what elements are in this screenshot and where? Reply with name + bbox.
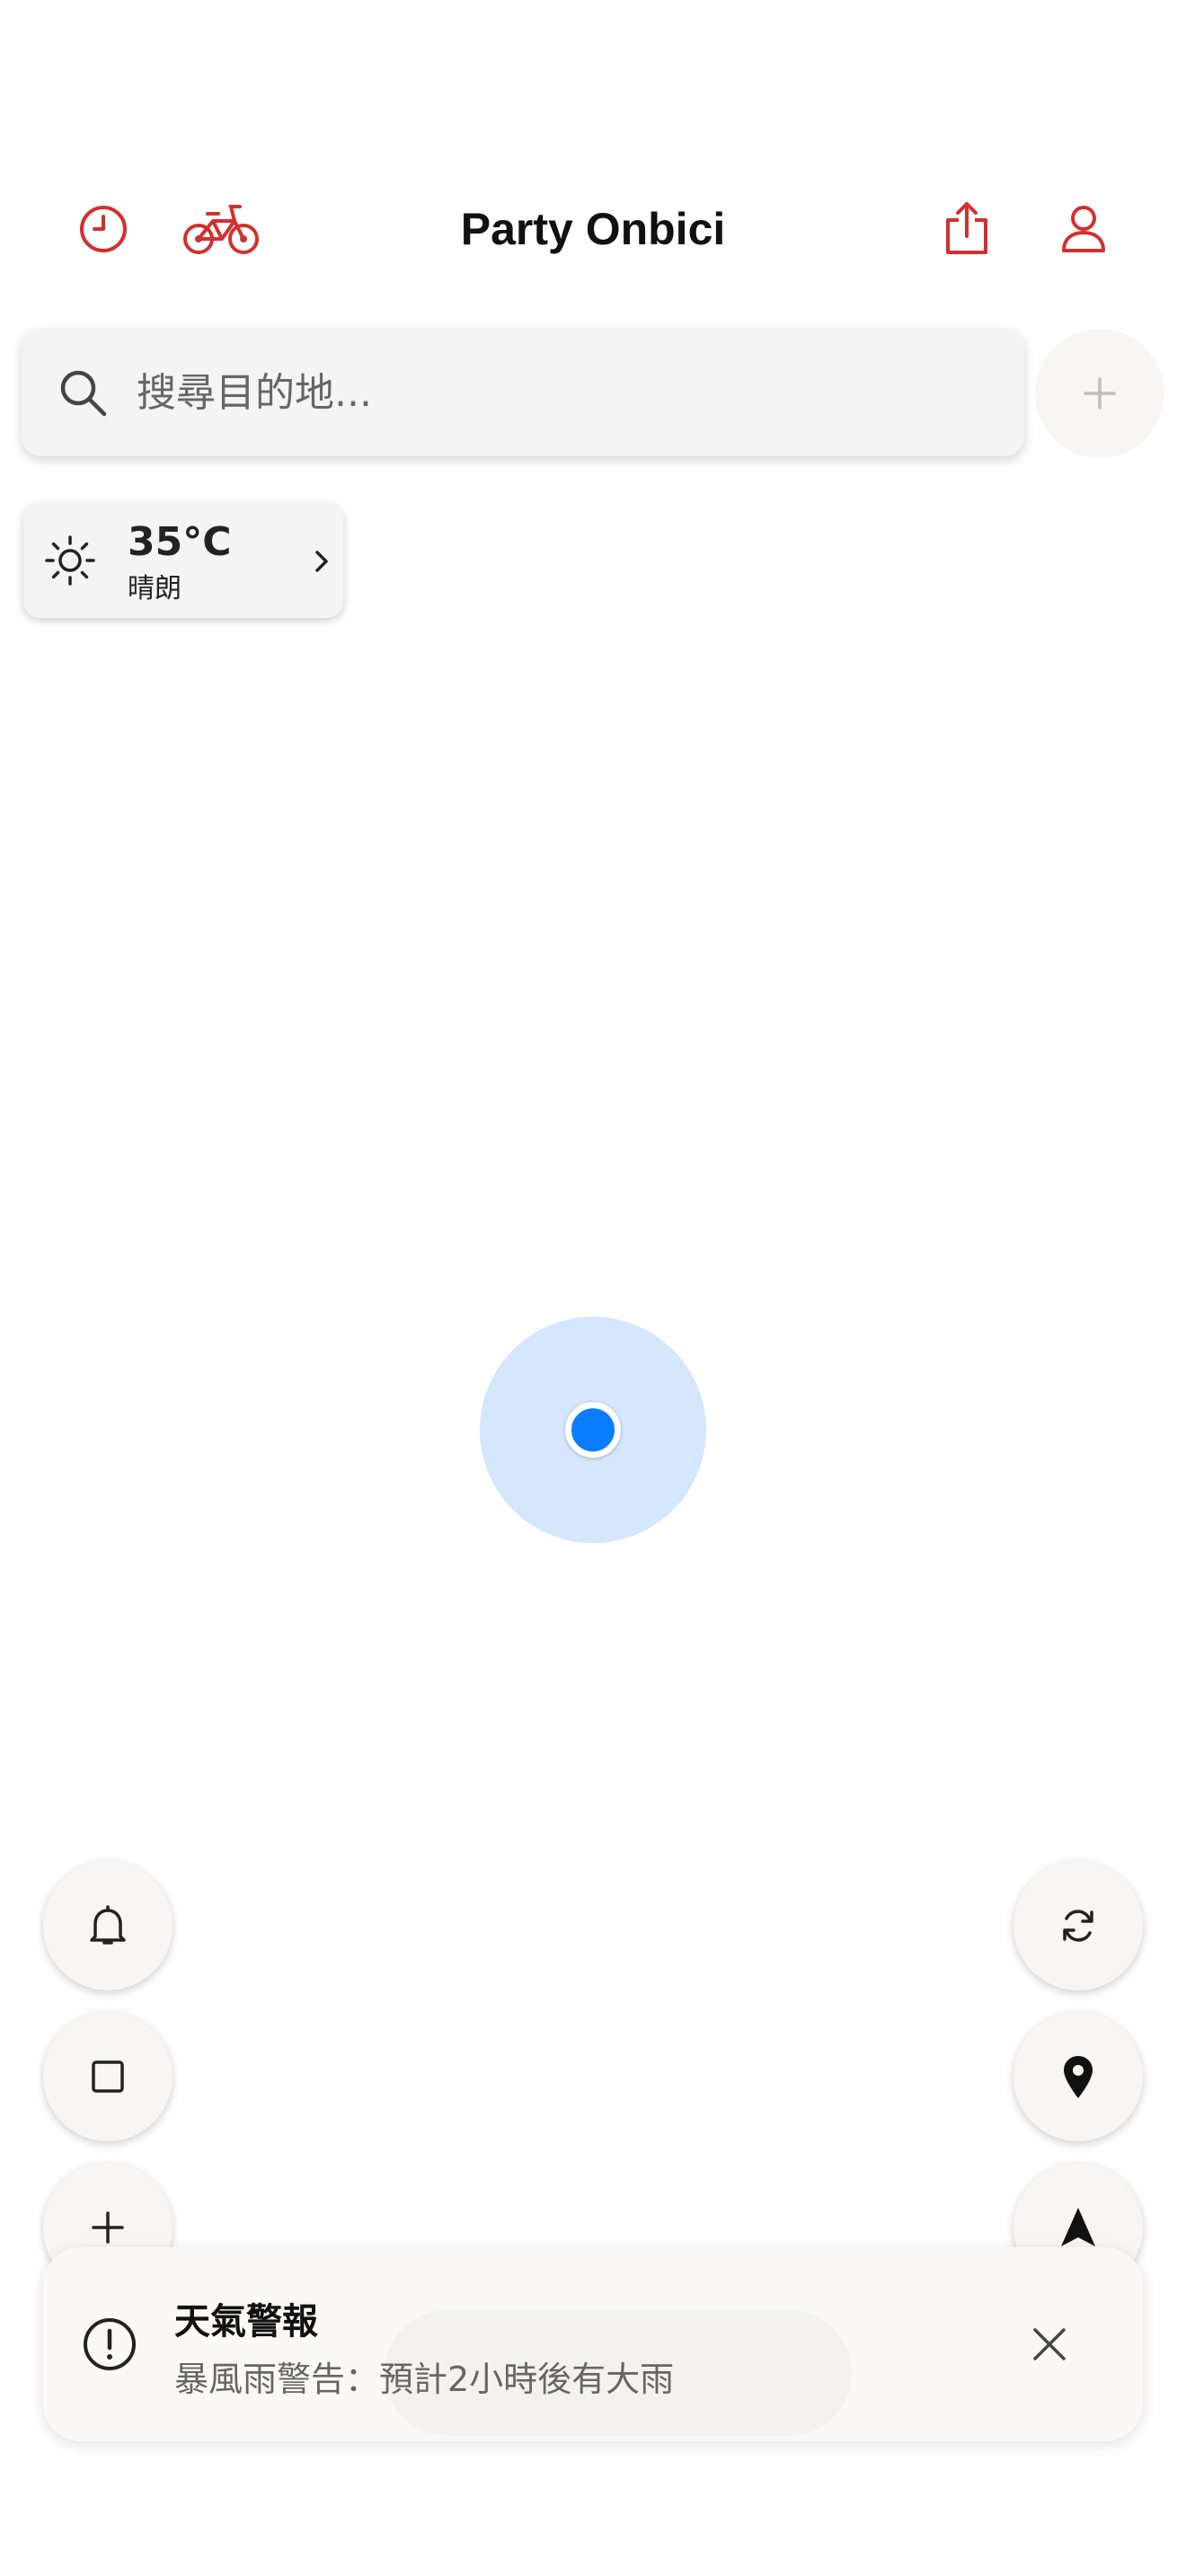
weather-temperature: 35°C — [128, 519, 232, 565]
refresh-button[interactable] — [1013, 1861, 1143, 1990]
alert-message: 暴風雨警告：預計2小時後有大雨 — [174, 2360, 675, 2399]
bike-button[interactable] — [180, 180, 262, 278]
alert-title: 天氣警報 — [174, 2301, 318, 2342]
sun-icon — [45, 535, 95, 586]
share-icon — [946, 202, 987, 254]
search-input[interactable] — [135, 368, 947, 417]
alert-close-button[interactable] — [1017, 2312, 1082, 2377]
top-bar: Party Onbici — [0, 180, 1186, 278]
bell-icon — [90, 1905, 126, 1945]
app-title: Party Onbici — [460, 204, 726, 254]
plus-icon — [92, 2211, 124, 2244]
weather-alert-banner[interactable]: 天氣警報 暴風雨警告：預計2小時後有大雨 — [43, 2247, 1143, 2441]
app-screen: Party Onbici 搜尋目的地... 35°C 晴朗 天氣警報 暴風雨警告… — [0, 0, 1186, 2576]
close-icon — [1033, 2328, 1066, 2360]
weather-widget[interactable]: 35°C 晴朗 — [23, 503, 343, 618]
notifications-button[interactable] — [43, 1861, 173, 1990]
profile-button[interactable] — [1058, 180, 1109, 278]
add-button[interactable] — [1035, 329, 1164, 458]
pin-icon — [1064, 2056, 1093, 2098]
exclamation-circle-icon — [84, 2318, 136, 2370]
layers-button[interactable] — [43, 2012, 173, 2141]
bicycle-icon — [183, 205, 259, 254]
search-bar[interactable] — [22, 329, 1024, 456]
weather-condition: 晴朗 — [128, 573, 181, 604]
chevron-right-icon — [315, 551, 328, 572]
navigation-arrow-icon — [1061, 2208, 1095, 2246]
search-icon — [60, 370, 107, 417]
square-icon — [92, 2060, 124, 2093]
pin-button[interactable] — [1013, 2012, 1143, 2141]
profile-icon — [1062, 206, 1105, 252]
current-location-dot[interactable] — [565, 1402, 621, 1458]
refresh-icon — [1063, 1910, 1093, 1942]
share-button[interactable] — [942, 180, 992, 278]
plus-icon — [1084, 377, 1116, 410]
clock-icon — [80, 206, 127, 252]
history-button[interactable] — [72, 180, 135, 278]
